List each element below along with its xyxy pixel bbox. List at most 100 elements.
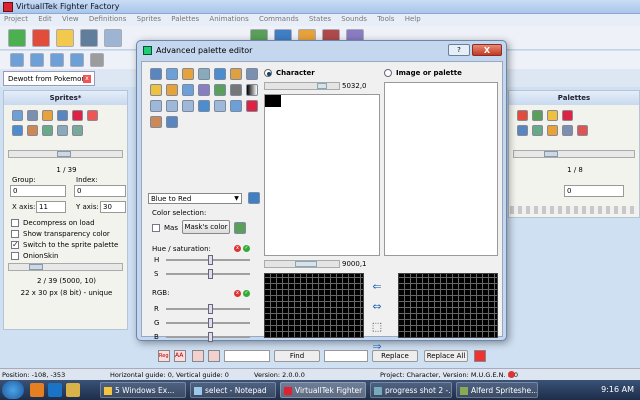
show-transparency-checkbox[interactable]	[11, 230, 19, 238]
sprite-delete-icon[interactable]	[72, 110, 83, 121]
task-progress-shot[interactable]: progress shot 2 -...	[370, 382, 452, 398]
pal-tool-icon-18[interactable]	[198, 100, 210, 112]
palette-refresh-icon[interactable]	[532, 110, 543, 121]
menu-help[interactable]: Help	[401, 14, 425, 24]
red-slider[interactable]	[166, 304, 250, 314]
image-palette-grid[interactable]	[398, 273, 498, 338]
blue-slider[interactable]	[166, 332, 250, 342]
palette-grid-icon[interactable]	[547, 110, 558, 121]
replace-all-button[interactable]: Replace All	[424, 350, 468, 362]
match-case-button[interactable]: AA	[174, 350, 186, 362]
replace-input[interactable]	[324, 350, 368, 362]
menu-tools[interactable]: Tools	[373, 14, 398, 24]
zoom-reset-icon[interactable]	[70, 53, 84, 67]
group-input[interactable]: 0	[10, 185, 66, 197]
new-icon[interactable]	[8, 29, 26, 47]
swap-palette-icon[interactable]: ⇔	[368, 300, 386, 314]
pal-tool-icon-20[interactable]	[230, 100, 242, 112]
pal-tool-icon-16[interactable]	[166, 100, 178, 112]
onionskin-checkbox[interactable]	[11, 252, 19, 260]
palette-clear-icon[interactable]	[577, 125, 588, 136]
gradient-icon[interactable]	[246, 84, 258, 96]
pal-tool-icon-23[interactable]	[166, 116, 178, 128]
pal-tool-icon-6[interactable]	[230, 68, 242, 80]
zoom-fit-icon[interactable]	[50, 53, 64, 67]
yaxis-input[interactable]: 30	[100, 201, 126, 213]
save-all-icon[interactable]	[104, 29, 122, 47]
pal-tool-icon-22[interactable]	[150, 116, 162, 128]
pal-tool-icon-17[interactable]	[182, 100, 194, 112]
zoom-in-icon[interactable]	[10, 53, 24, 67]
quicklaunch-folder-icon[interactable]	[66, 383, 80, 397]
image-radio[interactable]	[384, 69, 392, 77]
sprite-new-icon[interactable]	[12, 110, 23, 121]
pal-tool-icon-21[interactable]	[246, 100, 258, 112]
palette-save-icon[interactable]	[562, 125, 573, 136]
onionskin-slider[interactable]	[8, 263, 123, 271]
green-slider[interactable]	[166, 318, 250, 328]
palette-value-input[interactable]: 0	[564, 185, 624, 197]
menu-animations[interactable]: Animations	[205, 14, 252, 24]
menu-palettes[interactable]: Palettes	[167, 14, 203, 24]
apply-rgb-icon[interactable]: ✓	[243, 290, 250, 297]
palette-import-icon[interactable]	[547, 125, 558, 136]
image-canvas[interactable]	[384, 82, 498, 256]
hue-slider[interactable]	[166, 255, 250, 265]
close-button[interactable]: X	[472, 44, 502, 56]
apply-gradient-icon[interactable]	[248, 192, 260, 204]
sprite-save-icon[interactable]	[27, 110, 38, 121]
task-fighter-factory[interactable]: VirtuallTek Fighter ...	[280, 382, 366, 398]
select-range-icon[interactable]: ⬚	[368, 320, 386, 334]
reset-rgb-icon[interactable]: x	[234, 290, 241, 297]
copy-to-character-icon[interactable]: ⇒	[368, 340, 386, 354]
palette-delete-icon[interactable]	[517, 110, 528, 121]
character-palette-grid[interactable]	[264, 273, 364, 338]
sprite-import-icon[interactable]	[42, 110, 53, 121]
pal-tool-icon-13[interactable]	[230, 84, 242, 96]
task-windows-explorer[interactable]: 5 Windows Ex...	[100, 382, 186, 398]
task-alferd-spritesheet[interactable]: Alferd Spriteshe...	[456, 382, 538, 398]
sprite-edit-icon[interactable]	[42, 125, 53, 136]
gradient-select[interactable]: Blue to Red ▼	[148, 193, 242, 204]
palettes-scrollbar[interactable]	[513, 150, 635, 158]
green-slider-knob[interactable]	[208, 318, 213, 328]
document-tab[interactable]: Dewott from Pokemon x	[3, 71, 95, 86]
redo-arrow-icon[interactable]	[166, 84, 178, 96]
sprite-remove-icon[interactable]	[87, 110, 98, 121]
find-input[interactable]	[224, 350, 270, 362]
reset-hs-icon[interactable]: x	[234, 245, 241, 252]
pal-tool-icon-19[interactable]	[214, 100, 226, 112]
menu-states[interactable]: States	[305, 14, 335, 24]
help-button[interactable]: ?	[448, 44, 470, 56]
menu-commands[interactable]: Commands	[255, 14, 303, 24]
sprite-export-icon[interactable]	[57, 110, 68, 121]
blue-slider-knob[interactable]	[208, 332, 213, 342]
sprite-crop-icon[interactable]	[27, 125, 38, 136]
find-button[interactable]: Find	[274, 350, 320, 362]
mask-checkbox[interactable]	[152, 224, 160, 232]
sprite-copy-icon[interactable]	[57, 125, 68, 136]
hue-slider-knob[interactable]	[208, 255, 213, 265]
apply-hs-icon[interactable]: ✓	[243, 245, 250, 252]
close-findbar-icon[interactable]	[474, 350, 486, 362]
sprite-find-icon[interactable]	[12, 125, 23, 136]
decompress-checkbox[interactable]	[11, 219, 19, 227]
mask-color-button[interactable]: Mask's color	[182, 220, 230, 234]
save-icon[interactable]	[80, 29, 98, 47]
palette-remove-icon[interactable]	[562, 110, 573, 121]
sprites-scrollbar[interactable]	[8, 150, 123, 158]
start-button[interactable]	[2, 381, 24, 399]
redo-icon[interactable]	[208, 350, 220, 362]
open-folder-icon[interactable]	[56, 29, 74, 47]
character-hscroll[interactable]	[264, 260, 340, 268]
task-notepad[interactable]: select - Notepad	[190, 382, 276, 398]
undo-arrow-icon[interactable]	[150, 84, 162, 96]
xaxis-input[interactable]: 11	[36, 201, 66, 213]
pal-tool-icon-2[interactable]	[166, 68, 178, 80]
zoom-out-icon[interactable]	[30, 53, 44, 67]
menu-project[interactable]: Project	[0, 14, 32, 24]
menu-definitions[interactable]: Definitions	[85, 14, 131, 24]
pal-tool-icon-11[interactable]	[198, 84, 210, 96]
palette-eyedrop-icon[interactable]	[532, 125, 543, 136]
close-tab-icon[interactable]: x	[83, 75, 91, 83]
